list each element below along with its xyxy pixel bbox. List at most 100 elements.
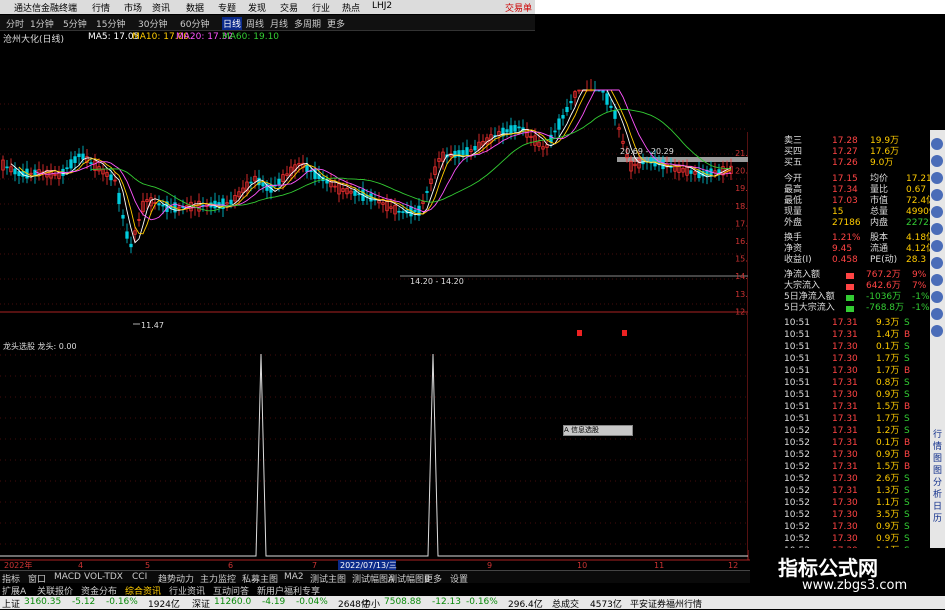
stat-value: 0.458 [832, 255, 858, 265]
side-tool-icon[interactable] [931, 291, 943, 303]
kline-chart[interactable]: 21.0020.0019.0018.0017.0016.0015.0014.00… [0, 44, 760, 570]
candle-body [161, 204, 165, 207]
side-tab-label[interactable]: 情 [932, 442, 943, 453]
date-axis: 2022年 4 5 6 7 2022/07/13/三 9 10 11 12 [0, 559, 760, 570]
candle-body [509, 125, 513, 134]
menu-item[interactable]: 交易 [280, 1, 298, 14]
tick-price: 17.30 [832, 354, 858, 364]
side-tab-label[interactable]: 分 [932, 478, 943, 489]
candle-body [13, 168, 17, 175]
tick-volume: 1.5万 [876, 402, 900, 412]
tick-price: 17.31 [832, 486, 858, 496]
menu-item[interactable]: 行业 [312, 1, 330, 14]
tick-price: 17.31 [832, 378, 858, 388]
trade-tick-row: 10:52 17.30 0.9万 B [748, 450, 930, 461]
candle-body [305, 164, 309, 173]
trade-tick-row: 10:52 17.31 1.2万 S [748, 426, 930, 437]
period-button[interactable]: 分时 [6, 17, 24, 30]
date-label: 12 [728, 561, 738, 570]
side-tab-label[interactable]: 行 [932, 430, 943, 441]
index-label[interactable]: 深证 [192, 597, 210, 610]
period-button[interactable]: 30分钟 [138, 17, 167, 30]
side-tab-label[interactable]: 图 [932, 454, 943, 465]
index-label[interactable]: 上证 [2, 597, 20, 610]
fund-flow-row: 大宗流入 642.6万 7% [748, 281, 930, 292]
period-button[interactable]: 5分钟 [63, 17, 87, 30]
index-label[interactable]: 中小 [362, 597, 380, 610]
side-tool-icon[interactable] [931, 240, 943, 252]
side-tool-icon[interactable] [931, 155, 943, 167]
side-tool-icon[interactable] [931, 206, 943, 218]
stat-row: 收益(I) 0.458 PE(动) 28.3 [748, 255, 930, 266]
period-button[interactable]: 周线 [246, 17, 264, 30]
menu-item[interactable]: 行情 [92, 1, 110, 14]
period-button[interactable]: 15分钟 [96, 17, 125, 30]
broker-name: 平安证券福州行情 [630, 600, 703, 610]
candle-body [465, 147, 469, 157]
side-tool-icon[interactable] [931, 189, 943, 201]
candle-body [609, 105, 613, 108]
tick-time: 10:51 [784, 354, 810, 364]
menu-item[interactable]: 发现 [248, 1, 266, 14]
stat-label: 总量 [870, 207, 889, 217]
side-tab-label[interactable]: 历 [932, 514, 943, 525]
menu-item[interactable]: LHJ2 [372, 1, 392, 11]
tick-side: S [904, 378, 910, 388]
side-tool-icon[interactable] [931, 172, 943, 184]
indicator-panel: 龙头选股 龙头: 0.001.000.900.800.700.600.500.4… [0, 341, 760, 557]
side-tool-icon[interactable] [931, 223, 943, 235]
side-tool-icon[interactable] [931, 308, 943, 320]
side-tab-label[interactable]: 析 [932, 490, 943, 501]
period-button[interactable]: 更多 [327, 17, 345, 30]
order-book-row: 买五 17.26 9.0万 [748, 158, 930, 169]
ma-legend: 沧州大化(日线) MA5: 17.05 MA10: 17.00 MA20: 17.32… [0, 31, 535, 45]
menu-item[interactable]: 资讯 [152, 1, 170, 14]
indicator-tab[interactable]: VOL-TDX [84, 572, 123, 582]
fund-flow-row: 净流入额 767.2万 9% [748, 270, 930, 281]
period-button[interactable]: 多周期 [294, 17, 321, 30]
candle-body [77, 153, 81, 158]
menu-item[interactable]: 数据 [186, 1, 204, 14]
menu-item[interactable]: 专题 [218, 1, 236, 14]
tick-price: 17.30 [832, 510, 858, 520]
side-tool-icon[interactable] [931, 274, 943, 286]
side-tool-icon[interactable] [931, 138, 943, 150]
total-value: 4573亿 [590, 600, 622, 610]
total-label: 总成交 [552, 600, 580, 610]
trade-tick-row: 10:51 17.30 1.7万 B [748, 366, 930, 377]
period-button[interactable]: 1分钟 [30, 17, 54, 30]
side-tool-icon[interactable] [931, 325, 943, 337]
stat-label: 收益(I) [784, 255, 812, 265]
candle-body [413, 209, 417, 213]
side-tab-label[interactable]: 图 [932, 466, 943, 477]
index-value: 11260.0 [214, 597, 252, 607]
side-tab-label[interactable]: 日 [932, 502, 943, 513]
tick-time: 10:51 [784, 390, 810, 400]
candle-body [397, 210, 401, 213]
period-button[interactable]: 60分钟 [180, 17, 209, 30]
period-toolbar: 分时 1分钟 5分钟 15分钟 30分钟 60分钟 日线 周线 月线 多周期 更多 [0, 15, 535, 31]
indicator-tab[interactable]: MACD [54, 572, 81, 582]
flow-label: 净流入额 [784, 270, 821, 280]
ma-lines [10, 89, 732, 244]
trade-tick-row: 10:51 17.30 0.9万 S [748, 390, 930, 401]
indicator-tab[interactable]: MA2 [284, 572, 304, 582]
flow-value: 767.2万 [866, 270, 901, 280]
period-button[interactable]: 月线 [270, 17, 288, 30]
trade-tick-row: 10:52 17.30 0.9万 S [748, 534, 930, 545]
side-tool-icon[interactable] [931, 257, 943, 269]
tick-side: S [904, 390, 910, 400]
tick-side: B [904, 462, 911, 472]
trade-link[interactable]: 交易单 [505, 1, 532, 14]
tick-side: S [904, 534, 910, 544]
menu-item[interactable]: 市场 [124, 1, 142, 14]
period-button[interactable]: 日线 [222, 17, 243, 30]
menu-item[interactable]: 热点 [342, 1, 360, 14]
signal-marker [622, 330, 627, 336]
indicator-tab[interactable]: CCI [132, 572, 147, 582]
selection-popup[interactable]: A 信息选股 [563, 425, 633, 436]
level-label: 买五 [784, 158, 803, 168]
candle-body [121, 214, 125, 219]
stat-value: 0.67 [906, 185, 927, 195]
high-label: 20.69 - 20.29 [620, 147, 674, 156]
